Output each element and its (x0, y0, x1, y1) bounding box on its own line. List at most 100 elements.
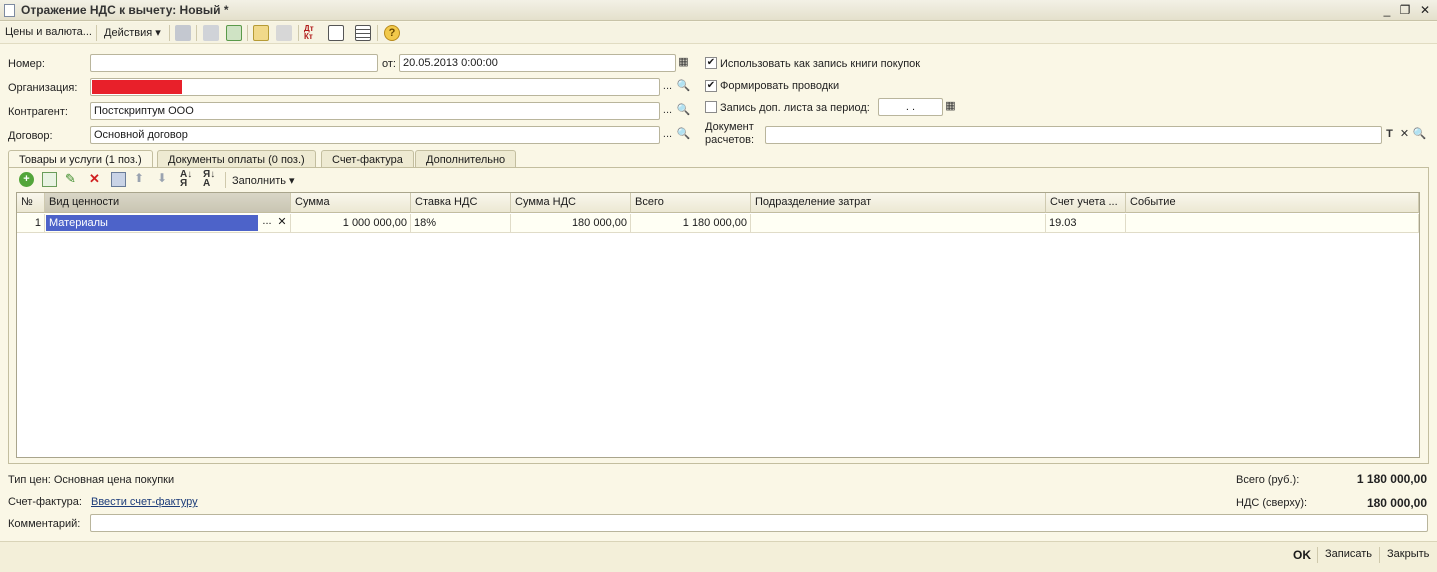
save-button[interactable]: Записать (1325, 548, 1372, 560)
enter-invoice-link[interactable]: Ввести счет-фактуру (91, 496, 198, 508)
settlement-open-icon[interactable]: 🔍 (1412, 126, 1427, 144)
account-cell[interactable]: 19.03 (1046, 214, 1126, 233)
help-icon[interactable]: ? (384, 25, 400, 41)
report-icon[interactable] (328, 25, 344, 41)
post-document-icon[interactable] (175, 25, 191, 41)
end-edit-icon[interactable] (111, 172, 126, 187)
additional-sheet-checkbox[interactable] (705, 101, 717, 113)
organization-label: Организация: (8, 82, 78, 94)
number-label: Номер: (8, 58, 45, 70)
select-type-button[interactable]: T (1382, 126, 1397, 144)
debit-credit-icon[interactable]: Дт Кт (304, 25, 320, 41)
use-purchase-book-checkbox[interactable]: ✔ (705, 57, 717, 69)
settlement-document-label-2: расчетов: (705, 134, 755, 146)
settlement-document-label: Документ (705, 121, 754, 133)
total-cell[interactable]: 1 180 000,00 (631, 214, 751, 233)
column-header-total[interactable]: Всего (631, 193, 751, 213)
edit-row-icon[interactable]: ✎ (65, 171, 76, 187)
ok-button[interactable]: OK (1293, 548, 1311, 562)
actions-menu[interactable]: Действия ▾ (104, 26, 161, 39)
move-up-icon[interactable]: ⬆ (134, 171, 144, 185)
main-toolbar: Цены и валюта... Действия ▾ Дт Кт ? (0, 22, 1437, 44)
tab-invoice[interactable]: Счет-фактура (321, 150, 414, 168)
list-icon[interactable] (355, 25, 371, 41)
print-icon[interactable] (276, 25, 292, 41)
add-row-icon[interactable]: + (19, 172, 34, 187)
tab-payment-documents[interactable]: Документы оплаты (0 поз.) (157, 150, 316, 168)
vat-label: НДС (сверху): (1236, 497, 1308, 509)
comment-field[interactable] (90, 514, 1428, 532)
number-field[interactable] (90, 54, 378, 72)
period-calendar-icon[interactable]: ▦ (943, 98, 958, 116)
kind-clear-icon[interactable]: ✕ (275, 215, 289, 231)
date-field[interactable]: 20.05.2013 0:00:00 (399, 54, 676, 72)
goods-table: № Вид ценности Сумма Ставка НДС Сумма НД… (16, 192, 1420, 458)
contract-open-icon[interactable]: 🔍 (676, 126, 691, 144)
calendar-icon[interactable]: ▦ (676, 54, 691, 72)
contract-select-button[interactable]: ... (660, 126, 675, 144)
move-down-icon[interactable]: ⬇ (157, 171, 167, 185)
total-label: Всего (руб.): (1236, 474, 1300, 486)
close-window-button[interactable]: ✕ (1418, 3, 1432, 17)
copy-row-icon[interactable] (42, 172, 57, 187)
sum-cell[interactable]: 1 000 000,00 (291, 214, 411, 233)
vat-value: 180 000,00 (1366, 496, 1427, 510)
close-button[interactable]: Закрыть (1387, 548, 1429, 560)
toolbar-separator (169, 25, 170, 41)
fill-menu[interactable]: Заполнить ▾ (232, 174, 295, 187)
structure-icon[interactable] (203, 25, 219, 41)
organization-select-button[interactable]: ... (660, 78, 675, 96)
window-title: Отражение НДС к вычету: Новый * (21, 3, 229, 17)
settlement-document-field[interactable] (765, 126, 1382, 144)
kind-cell-value[interactable]: Материалы (46, 215, 258, 231)
delete-row-icon[interactable]: ✕ (89, 171, 100, 187)
prices-currency-button[interactable]: Цены и валюта... (5, 26, 92, 38)
column-header-account[interactable]: Счет учета ... (1046, 193, 1126, 213)
vat-rate-cell[interactable]: 18% (411, 214, 511, 233)
contractor-select-button[interactable]: ... (660, 102, 675, 120)
contractor-field[interactable]: Постскриптум ООО (90, 102, 660, 120)
clear-icon[interactable]: ✕ (1397, 126, 1412, 144)
tab-additional[interactable]: Дополнительно (415, 150, 517, 168)
restore-button[interactable]: ❐ (1398, 3, 1412, 17)
total-value: 1 180 000,00 (1356, 472, 1427, 486)
column-header-kind[interactable]: Вид ценности (45, 193, 291, 213)
contractor-open-icon[interactable]: 🔍 (676, 102, 691, 120)
toolbar-separator (298, 25, 299, 41)
column-header-vat-rate[interactable]: Ставка НДС (411, 193, 511, 213)
additional-sheet-period-field[interactable]: . . (878, 98, 943, 116)
contractor-label: Контрагент: (8, 106, 68, 118)
toolbar-separator (196, 25, 197, 41)
row-number-cell[interactable]: 1 (17, 214, 45, 233)
copy-document-icon[interactable] (226, 25, 242, 41)
toolbar-separator (1317, 547, 1318, 563)
division-cell[interactable] (751, 214, 1046, 233)
price-type-label[interactable]: Тип цен: Основная цена покупки (8, 474, 174, 486)
form-postings-label: Формировать проводки (720, 80, 840, 92)
toolbar-separator (377, 25, 378, 41)
column-header-sum[interactable]: Сумма (291, 193, 411, 213)
toolbar-separator (225, 172, 226, 188)
contract-field[interactable]: Основной договор (90, 126, 660, 144)
window-title-bar: Отражение НДС к вычету: Новый * _ ❐ ✕ (0, 0, 1437, 21)
column-header-vat-sum[interactable]: Сумма НДС (511, 193, 631, 213)
organization-field[interactable] (90, 78, 660, 96)
sort-ascending-icon[interactable]: А↓ Я (180, 170, 192, 189)
event-cell[interactable] (1126, 214, 1419, 233)
bottom-bar: OK Записать Закрыть (0, 541, 1437, 572)
sort-descending-icon[interactable]: Я↓ А (203, 170, 215, 189)
column-header-division[interactable]: Подразделение затрат (751, 193, 1046, 213)
organization-open-icon[interactable]: 🔍 (676, 78, 691, 96)
document-icon (4, 4, 15, 17)
create-based-on-icon[interactable] (253, 25, 269, 41)
column-header-number[interactable]: № (17, 193, 45, 213)
kind-cell[interactable]: Материалы ... ✕ (45, 214, 291, 233)
column-header-event[interactable]: Событие (1126, 193, 1419, 213)
kind-select-button[interactable]: ... (260, 215, 274, 231)
comment-label: Комментарий: (8, 518, 81, 530)
contract-label: Договор: (8, 130, 53, 142)
minimize-button[interactable]: _ (1380, 3, 1394, 17)
form-postings-checkbox[interactable]: ✔ (705, 80, 717, 92)
vat-sum-cell[interactable]: 180 000,00 (511, 214, 631, 233)
use-purchase-book-label: Использовать как запись книги покупок (720, 58, 921, 70)
